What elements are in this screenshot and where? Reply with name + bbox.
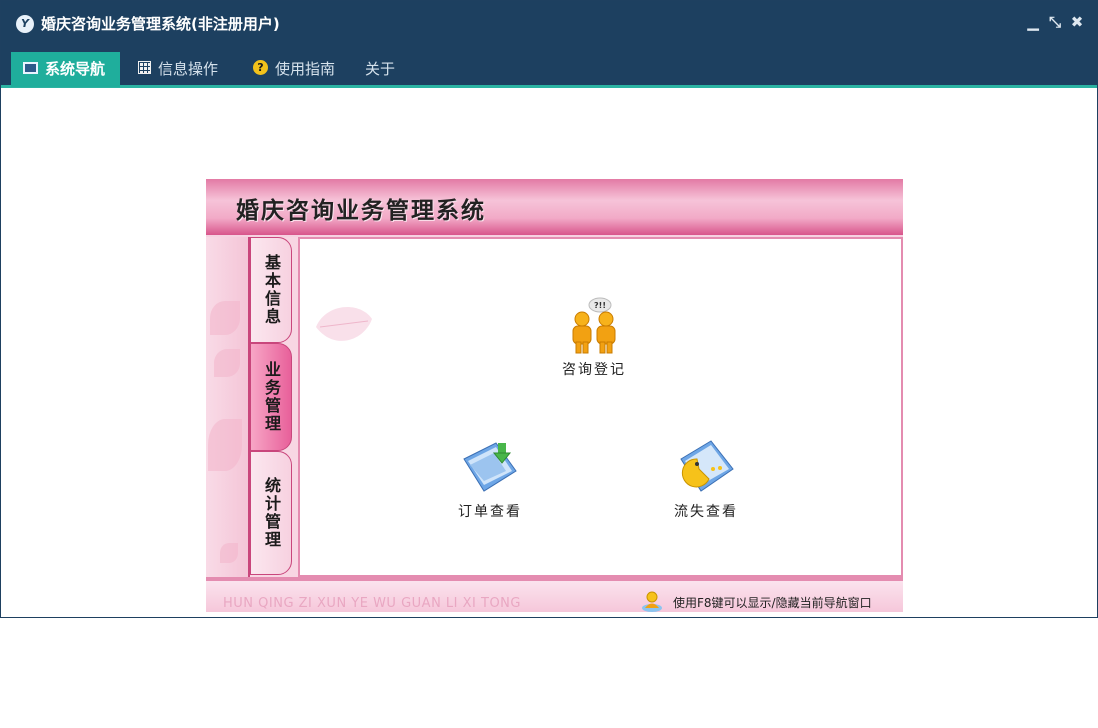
panel-footer: HUN QING ZI XUN YE WU GUAN LI XI TONG 使用… xyxy=(206,581,903,612)
user-tip-icon xyxy=(642,591,662,612)
function-label: 流失查看 xyxy=(674,504,738,520)
menu-item-label: 信息操作 xyxy=(158,60,219,78)
menu-item-user-guide[interactable]: ? 使用指南 xyxy=(253,52,353,87)
side-decoration xyxy=(206,237,250,577)
function-label: 订单查看 xyxy=(458,504,522,520)
title-bar: Y 婚庆咨询业务管理系统(非注册用户) ▁ ⤡ ✖ xyxy=(1,1,1097,45)
side-tab-label: 基本信息 xyxy=(262,254,281,326)
app-window: Y 婚庆咨询业务管理系统(非注册用户) ▁ ⤡ ✖ 系统导航 信息操作 ? 使用指… xyxy=(0,0,1098,618)
side-tab-basic-info[interactable]: 基本信息 xyxy=(250,237,292,343)
app-logo-icon: Y xyxy=(16,15,34,33)
menu-item-label: 使用指南 xyxy=(275,60,336,78)
restore-icon[interactable]: ⤡ xyxy=(1047,13,1063,31)
menu-item-label: 关于 xyxy=(365,60,396,78)
consult-register-button[interactable]: ?!! 咨询登记 xyxy=(554,297,634,379)
menu-item-info-ops[interactable]: 信息操作 xyxy=(138,52,238,87)
grid-icon xyxy=(138,61,151,74)
petal-decoration xyxy=(210,301,240,335)
side-tab-business-management[interactable]: 业务管理 xyxy=(250,343,292,451)
menu-item-system-nav[interactable]: 系统导航 xyxy=(11,52,120,87)
side-tab-label: 业务管理 xyxy=(262,361,281,433)
window-title: 婚庆咨询业务管理系统(非注册用户) xyxy=(41,15,280,33)
pacman-document-icon xyxy=(680,440,734,492)
function-label: 咨询登记 xyxy=(562,362,626,378)
menu-bar: 系统导航 信息操作 ? 使用指南 关于 xyxy=(1,45,1097,88)
churn-view-button[interactable]: 流失查看 xyxy=(666,435,746,521)
navigation-panel: 婚庆咨询业务管理系统 基本信息 业务管理 统计管理 ?!! 咨询登记 订单查看 … xyxy=(206,179,903,612)
consult-people-icon: ?!! xyxy=(572,297,616,354)
petal-decoration xyxy=(214,349,240,377)
petal-decoration xyxy=(220,543,238,563)
petal-decoration xyxy=(208,419,242,471)
panel-title: 婚庆咨询业务管理系统 xyxy=(236,198,486,224)
minimize-icon[interactable]: ▁ xyxy=(1025,13,1041,31)
menu-item-label: 系统导航 xyxy=(45,60,106,78)
consult-badge: ?!! xyxy=(594,301,606,310)
footer-tip: 使用F8键可以显示/隐藏当前导航窗口 xyxy=(673,596,872,610)
side-tab-label: 统计管理 xyxy=(262,477,281,549)
function-area: ?!! 咨询登记 订单查看 流失查看 xyxy=(298,237,903,577)
side-tab-statistics-management[interactable]: 统计管理 xyxy=(250,451,292,575)
close-icon[interactable]: ✖ xyxy=(1069,13,1085,31)
order-view-button[interactable]: 订单查看 xyxy=(450,435,530,521)
footer-pinyin: HUN QING ZI XUN YE WU GUAN LI XI TONG xyxy=(223,596,521,611)
panel-header: 婚庆咨询业务管理系统 xyxy=(206,179,903,235)
order-download-icon xyxy=(463,442,517,492)
help-icon: ? xyxy=(253,60,268,75)
petal-decoration xyxy=(316,307,372,341)
monitor-icon xyxy=(23,61,38,74)
menu-item-about[interactable]: 关于 xyxy=(365,52,415,87)
